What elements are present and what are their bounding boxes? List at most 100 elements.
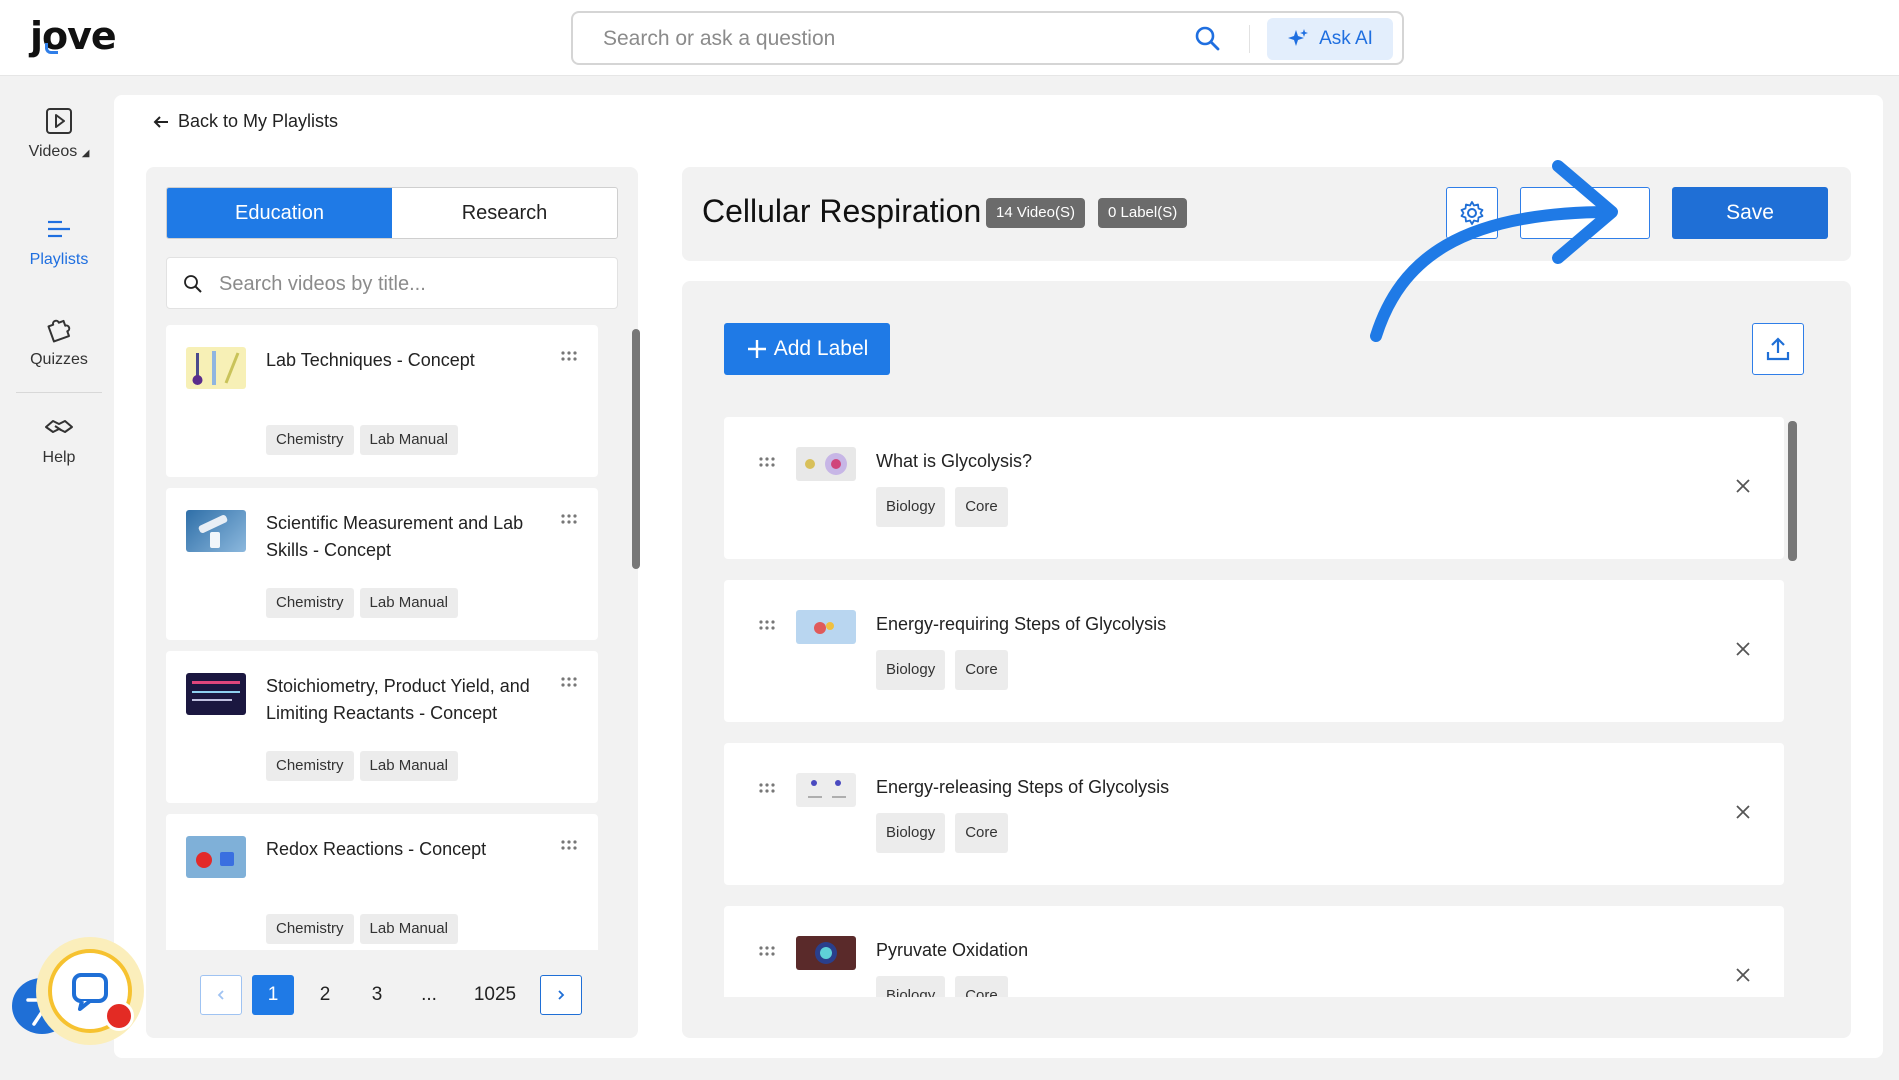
notification-dot [104,1001,134,1031]
playlist-video-card[interactable]: Energy-releasing Steps of Glycolysis Bio… [724,743,1784,885]
rail-label-help: Help [42,449,76,466]
export-button[interactable] [1752,323,1804,375]
tag: Chemistry [266,588,354,618]
video-thumbnail [796,610,856,644]
caret-down-icon: ◢ [81,148,90,159]
search-icon [184,275,202,293]
library-video-card[interactable]: Lab Techniques - Concept Chemistry Lab Ma… [166,325,598,477]
puzzle-icon [47,319,71,343]
library-scrollbar[interactable] [632,329,640,569]
video-thumbnail [796,447,856,481]
rail-item-playlists[interactable]: Playlists [0,215,118,269]
search-icon[interactable] [1193,24,1223,54]
video-thumbnail [186,673,246,715]
video-tags: Biology Core [876,813,1018,853]
page-2-button[interactable]: 2 [304,975,346,1015]
library-video-title: Redox Reactions - Concept [266,839,487,859]
tag: Chemistry [266,751,354,781]
library-tabs: Education Research [166,187,618,239]
video-tags: Chemistry Lab Manual [266,751,464,781]
tag: Lab Manual [359,588,458,618]
playlist-settings-button[interactable] [1446,187,1498,239]
chevron-right-icon [558,990,565,1000]
back-to-playlists-link[interactable]: Back to My Playlists [152,111,338,132]
arrow-left-icon [153,115,168,128]
video-tags: Biology Core [876,976,1018,997]
library-video-card[interactable]: Stoichiometry, Product Yield, and Limiti… [166,651,598,803]
tag: Chemistry [266,914,354,944]
video-tags: Chemistry Lab Manual [266,588,464,618]
tag: Core [955,487,1008,527]
global-search: Ask AI [571,11,1404,65]
video-thumbnail [186,836,246,878]
ask-ai-button[interactable]: Ask AI [1267,18,1393,60]
video-library-panel: Education Research L [146,167,640,1038]
playlist-video-title: Energy-releasing Steps of Glycolysis [876,777,1170,797]
main-content: Back to My Playlists Education Research [114,95,1883,1058]
save-button[interactable]: Save [1672,187,1828,239]
tag: Core [955,813,1008,853]
close-icon[interactable] [1734,477,1752,495]
library-video-card[interactable]: Scientific Measurement and Lab Skills - … [166,488,598,640]
playlist-video-list: What is Glycolysis? Biology Core Energy-… [724,417,1784,997]
secondary-action-button[interactable] [1520,187,1650,239]
top-bar: jove Ask AI [0,0,1899,76]
drag-handle-icon[interactable] [560,514,578,524]
playlist-body: Add Label What is Glycolysis? Biology Co… [682,281,1851,1038]
rail-item-help[interactable]: Help [0,413,118,467]
tag: Biology [876,813,946,853]
drag-handle-icon[interactable] [758,783,776,793]
sparkle-icon [1288,29,1309,46]
close-icon[interactable] [1734,803,1752,821]
playlist-video-title: Energy-requiring Steps of Glycolysis [876,614,1167,634]
rail-item-quizzes[interactable]: Quizzes [0,313,118,369]
page-3-button[interactable]: 3 [356,975,398,1015]
tab-research[interactable]: Research [392,188,617,238]
library-search-input[interactable] [219,271,599,297]
drag-handle-icon[interactable] [560,840,578,850]
gear-icon [1460,201,1484,225]
chat-bubble-icon [72,973,108,1011]
video-tags: Chemistry Lab Manual [266,914,464,944]
page-1-button[interactable]: 1 [252,975,294,1015]
prev-page-button[interactable] [200,975,242,1015]
page-ellipsis: ... [421,984,437,1005]
library-video-title: Stoichiometry, Product Yield, and Limiti… [266,676,530,723]
jove-logo[interactable]: jove [30,14,117,58]
tag: Chemistry [266,425,354,455]
drag-handle-icon[interactable] [560,677,578,687]
playlist-video-card[interactable]: Energy-requiring Steps of Glycolysis Bio… [724,580,1784,722]
plus-icon [747,340,766,358]
playlist-video-card[interactable]: What is Glycolysis? Biology Core [724,417,1784,559]
global-search-input[interactable] [603,25,1163,53]
tag: Lab Manual [359,751,458,781]
tag: Biology [876,976,946,997]
video-tags: Biology Core [876,650,1018,690]
tag: Biology [876,487,946,527]
library-video-card[interactable]: Redox Reactions - Concept Chemistry Lab M… [166,814,598,950]
close-icon[interactable] [1734,640,1752,658]
drag-handle-icon[interactable] [758,946,776,956]
drag-handle-icon[interactable] [758,457,776,467]
add-label-button[interactable]: Add Label [724,323,890,375]
left-rail: Videos ◢ Playlists Quizzes Help [0,77,118,1080]
library-video-list: Lab Techniques - Concept Chemistry Lab Ma… [166,325,598,950]
tag: Core [955,976,1008,997]
playlist-scrollbar[interactable] [1788,421,1797,561]
next-page-button[interactable] [540,975,582,1015]
last-page-button[interactable]: 1025 [460,975,530,1015]
pagination: 1 2 3 ... 1025 [200,975,592,1015]
rail-divider [16,392,102,393]
playlist-video-card[interactable]: Pyruvate Oxidation Biology Core [724,906,1784,997]
library-search [166,257,618,309]
play-square-icon [46,108,72,134]
drag-handle-icon[interactable] [758,620,776,630]
drag-handle-icon[interactable] [560,351,578,361]
close-icon[interactable] [1734,966,1752,984]
tab-education[interactable]: Education [167,188,392,238]
video-thumbnail [186,510,246,552]
rail-item-videos[interactable]: Videos ◢ [0,107,118,161]
handshake-icon [45,420,73,433]
chat-widget[interactable] [36,937,144,1045]
video-count-badge: 14 Video(S) [986,198,1085,228]
